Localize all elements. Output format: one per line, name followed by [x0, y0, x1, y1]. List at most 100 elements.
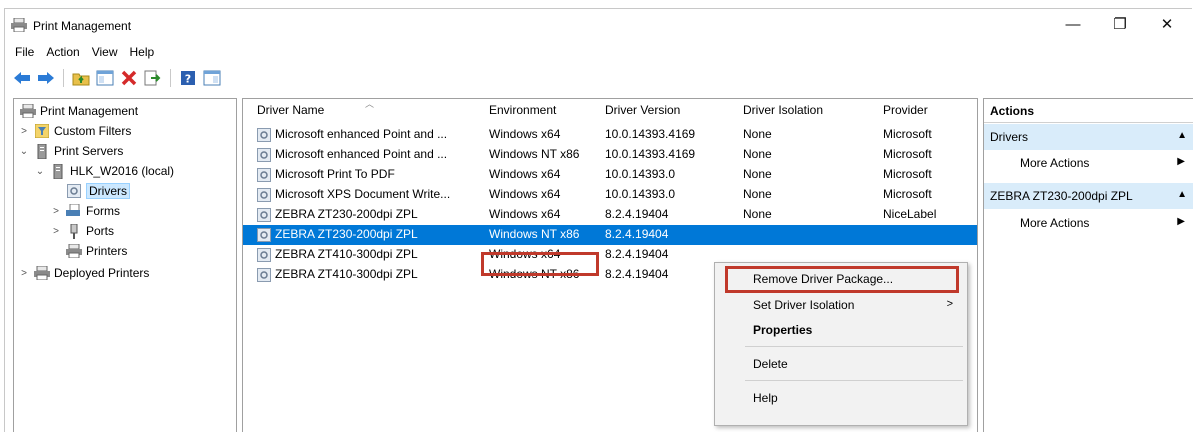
server-icon: [34, 143, 50, 159]
show-hide-action-pane-icon[interactable]: [201, 67, 223, 89]
minimize-button[interactable]: —: [1053, 13, 1093, 37]
menu-help[interactable]: Help: [124, 43, 161, 63]
export-list-icon[interactable]: [142, 67, 164, 89]
printer-icon: [34, 265, 50, 281]
cell-driver-isolation: None: [743, 187, 772, 201]
list-header: ︿ Driver Name Environment Driver Version…: [243, 99, 977, 121]
table-row[interactable]: Microsoft enhanced Point and ... Windows …: [243, 145, 977, 165]
table-row[interactable]: Microsoft XPS Document Write... Windows x…: [243, 185, 977, 205]
chevron-right-icon[interactable]: >: [50, 206, 62, 217]
tree-item-printers[interactable]: Printers: [66, 241, 127, 261]
cell-environment: Windows NT x86: [489, 147, 580, 161]
cell-provider: Microsoft: [883, 147, 932, 161]
chevron-right-icon[interactable]: >: [18, 126, 30, 137]
column-header-environment[interactable]: Environment: [489, 103, 556, 117]
chevron-right-icon[interactable]: >: [50, 226, 62, 237]
tree-item-forms[interactable]: > Forms: [50, 201, 120, 221]
print-management-icon: [20, 103, 36, 119]
menu-view[interactable]: View: [86, 43, 124, 63]
tree-label: Forms: [86, 204, 120, 218]
cell-driver-name: ZEBRA ZT230-200dpi ZPL: [275, 227, 418, 241]
context-menu: Remove Driver Package... Set Driver Isol…: [714, 262, 968, 426]
chevron-down-icon[interactable]: ⌄: [34, 166, 46, 177]
actions-section-selected-driver[interactable]: ZEBRA ZT230-200dpi ZPL ▲: [984, 183, 1193, 209]
cell-driver-version: 10.0.14393.0: [605, 167, 676, 181]
delete-icon[interactable]: [118, 67, 140, 89]
driver-icon: [257, 248, 271, 262]
cell-driver-isolation: None: [743, 127, 772, 141]
collapse-icon[interactable]: ▲: [1177, 130, 1187, 141]
column-header-driver-isolation[interactable]: Driver Isolation: [743, 103, 823, 117]
environment-highlight-box: [481, 252, 599, 276]
chevron-right-icon[interactable]: >: [18, 268, 30, 279]
cell-provider: NiceLabel: [883, 207, 937, 221]
table-row[interactable]: Microsoft enhanced Point and ... Windows …: [243, 125, 977, 145]
toolbar-separator: [170, 69, 171, 87]
cell-driver-version: 8.2.4.19404: [605, 207, 669, 221]
forms-icon: [66, 203, 82, 219]
tree-label: Drivers: [86, 183, 130, 199]
show-hide-console-tree-icon[interactable]: [94, 67, 116, 89]
up-folder-icon[interactable]: [70, 67, 92, 89]
forward-arrow-icon[interactable]: [35, 67, 57, 89]
tree-label: Custom Filters: [54, 124, 132, 138]
menu-separator: [745, 346, 963, 347]
menu-help[interactable]: Help: [715, 387, 967, 411]
tree-item-server[interactable]: ⌄ HLK_W2016 (local): [34, 161, 174, 181]
chevron-down-icon[interactable]: ⌄: [18, 146, 30, 157]
cell-driver-isolation: None: [743, 207, 772, 221]
menu-properties[interactable]: Properties: [715, 319, 967, 343]
tree-label: Printers: [86, 244, 128, 258]
print-management-icon: [11, 17, 27, 33]
port-icon: [66, 223, 82, 239]
driver-icon: [257, 228, 271, 242]
tree-item-ports[interactable]: > Ports: [50, 221, 114, 241]
tree-label: HLK_W2016 (local): [70, 164, 175, 178]
table-row[interactable]: ZEBRA ZT230-200dpi ZPL Windows x64 8.2.4.1…: [243, 205, 977, 225]
column-header-driver-name[interactable]: Driver Name: [257, 103, 324, 117]
cell-driver-isolation: None: [743, 167, 772, 181]
back-arrow-icon[interactable]: [11, 67, 33, 89]
maximize-button[interactable]: ❐: [1100, 13, 1140, 37]
action-more-actions[interactable]: More Actions ▶: [984, 151, 1193, 175]
print-management-window: Print Management — ❐ ✕ File Action View …: [4, 8, 1193, 432]
actions-title: Actions: [984, 99, 1193, 123]
cell-environment: Windows x64: [489, 207, 561, 221]
cell-driver-name: ZEBRA ZT410-300dpi ZPL: [275, 267, 418, 281]
remove-highlight-box: [725, 266, 959, 293]
table-row[interactable]: ZEBRA ZT230-200dpi ZPL Windows NT x86 8.2.…: [243, 225, 977, 245]
cell-provider: Microsoft: [883, 167, 932, 181]
tree-item-print-management[interactable]: Print Management: [20, 101, 138, 121]
cell-provider: Microsoft: [883, 187, 932, 201]
tree-item-drivers[interactable]: Drivers: [66, 181, 130, 201]
action-more-actions[interactable]: More Actions ▶: [984, 211, 1193, 235]
cell-driver-version: 10.0.14393.0: [605, 187, 676, 201]
driver-icon: [66, 183, 82, 199]
title-bar: Print Management — ❐ ✕: [5, 9, 1192, 41]
tree-item-custom-filters[interactable]: > Custom Filters: [18, 121, 131, 141]
menu-file[interactable]: File: [9, 43, 40, 63]
cell-environment: Windows NT x86: [489, 227, 580, 241]
tree-label: Print Servers: [54, 144, 124, 158]
actions-section-label: Drivers: [990, 130, 1028, 144]
cell-driver-name: ZEBRA ZT410-300dpi ZPL: [275, 247, 418, 261]
action-label: More Actions: [1020, 216, 1090, 230]
tree-label: Deployed Printers: [54, 266, 150, 280]
submenu-arrow-icon: >: [946, 298, 953, 310]
collapse-icon[interactable]: ▲: [1177, 189, 1187, 200]
column-header-provider[interactable]: Provider: [883, 103, 928, 117]
close-button[interactable]: ✕: [1147, 13, 1187, 37]
actions-section-drivers[interactable]: Drivers ▲: [984, 124, 1193, 150]
tree-item-deployed-printers[interactable]: > Deployed Printers: [18, 263, 149, 283]
cell-driver-version: 8.2.4.19404: [605, 247, 669, 261]
menu-set-driver-isolation[interactable]: Set Driver Isolation >: [715, 294, 967, 318]
menu-separator: [745, 380, 963, 381]
column-header-driver-version[interactable]: Driver Version: [605, 103, 680, 117]
table-row[interactable]: Microsoft Print To PDF Windows x64 10.0.14…: [243, 165, 977, 185]
help-icon[interactable]: ?: [177, 67, 199, 89]
toolbar: ?: [11, 65, 223, 91]
menu-action[interactable]: Action: [40, 43, 85, 63]
tree-item-print-servers[interactable]: ⌄ Print Servers: [18, 141, 123, 161]
actions-pane: Actions Drivers ▲ More Actions ▶ ZEBRA Z…: [983, 98, 1193, 432]
menu-delete[interactable]: Delete: [715, 353, 967, 377]
